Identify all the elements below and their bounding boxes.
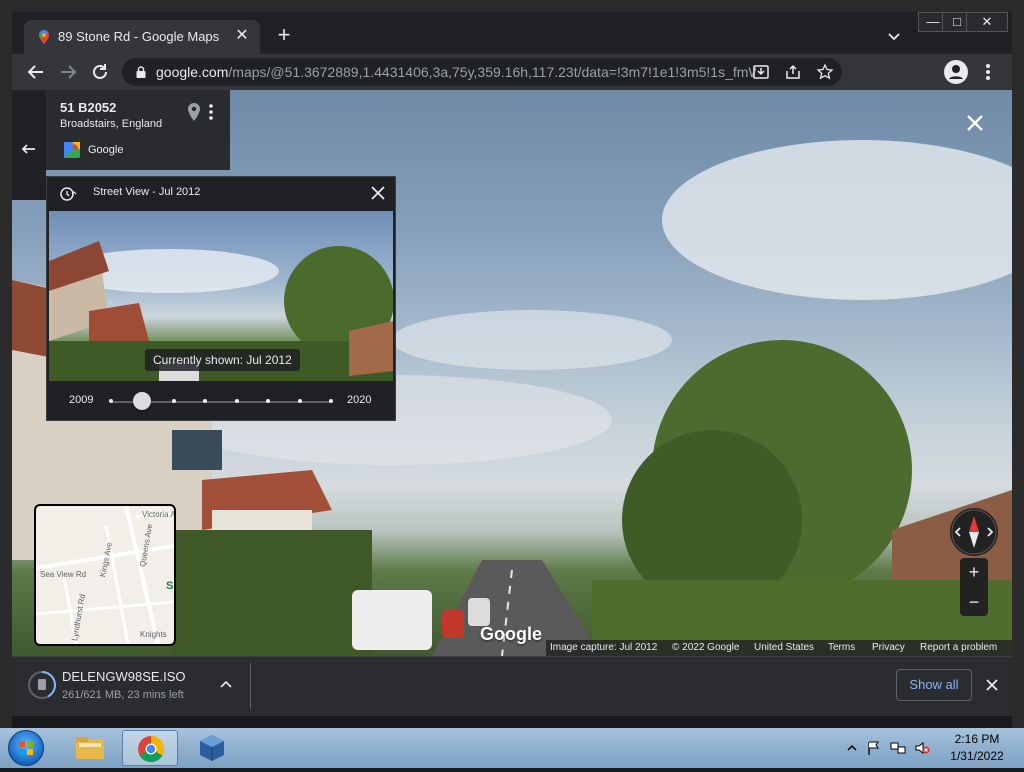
window-close-button[interactable]: ✕ <box>966 12 1008 32</box>
install-app-icon[interactable] <box>752 63 770 81</box>
reload-icon[interactable] <box>88 60 112 84</box>
url-host: google.com <box>156 64 229 80</box>
new-tab-button[interactable]: + <box>272 24 296 48</box>
url-text[interactable]: google.com/maps/@51.3672889,1.4431406,3a… <box>156 64 756 80</box>
tab-google-maps[interactable]: 89 Stone Rd - Google Maps ✕ <box>24 20 260 54</box>
place-address: 51 B2052 <box>60 100 117 115</box>
zoom-out-button[interactable]: − <box>960 588 988 616</box>
collapse-back-arrow-icon[interactable] <box>20 140 38 158</box>
profile-avatar-icon[interactable] <box>944 60 968 84</box>
compass-icon[interactable] <box>950 508 998 556</box>
minimap-label: Victoria Ave <box>142 510 176 519</box>
slider-stop[interactable] <box>234 399 239 403</box>
place-info-card: 51 B2052 Broadstairs, England Google <box>46 90 230 170</box>
close-time-machine-icon[interactable] <box>369 184 387 202</box>
minimap-accent-label: S <box>166 580 174 592</box>
close-shelf-icon[interactable] <box>984 677 1000 693</box>
chrome-menu-icon[interactable] <box>980 60 996 84</box>
time-machine-slider[interactable]: 2009 2020 <box>47 385 395 419</box>
zoom-in-button[interactable]: + <box>960 558 988 586</box>
lock-icon[interactable] <box>134 65 148 79</box>
report-problem-link[interactable]: Report a problem <box>920 642 997 653</box>
time-machine-header: Street View - Jul 2012 <box>47 177 395 211</box>
download-progress-ring <box>28 671 56 699</box>
time-machine-preview[interactable]: Currently shown: Jul 2012 <box>49 211 393 381</box>
more-options-icon[interactable] <box>206 102 216 122</box>
start-button[interactable] <box>8 730 44 766</box>
map-footer: Image capture: Jul 2012 © 2022 Google Un… <box>546 640 1012 656</box>
time-machine-panel: Street View - Jul 2012 Currently shown: … <box>46 176 396 421</box>
download-shelf: DELENGW98SE.ISO 261/621 MB, 23 mins left… <box>12 656 1012 716</box>
windows-logo-icon <box>19 741 33 755</box>
virtualbox-button[interactable] <box>184 730 240 766</box>
desktop-frame-right <box>1012 0 1024 728</box>
chrome-window: 89 Stone Rd - Google Maps ✕ + — □ ✕ goog… <box>12 12 1012 716</box>
shelf-divider <box>250 663 251 709</box>
folder-icon <box>76 737 104 759</box>
virtualbox-icon <box>200 735 224 761</box>
back-arrow-icon[interactable] <box>24 60 48 84</box>
download-status: 261/621 MB, 23 mins left <box>62 689 184 701</box>
download-filename[interactable]: DELENGW98SE.ISO <box>62 669 186 684</box>
copyright-text: © 2022 Google <box>672 642 740 653</box>
google-maps-pin-icon <box>39 30 49 44</box>
action-center-flag-icon[interactable] <box>866 740 882 756</box>
network-icon[interactable] <box>890 740 906 756</box>
place-locality: Broadstairs, England <box>60 118 163 130</box>
location-pin-icon[interactable] <box>186 102 202 122</box>
minimap-label: Knights <box>140 630 167 639</box>
clock-date[interactable]: 1/31/2022 <box>942 749 1012 763</box>
show-all-button[interactable]: Show all <box>896 669 972 701</box>
tab-strip: 89 Stone Rd - Google Maps ✕ + — □ ✕ <box>12 12 1012 54</box>
share-icon[interactable] <box>784 63 802 81</box>
slider-stop[interactable] <box>109 399 113 403</box>
minimap-label: Sea View Rd <box>40 570 87 579</box>
desktop-frame-top <box>0 0 1024 12</box>
side-panel-strip <box>12 90 46 200</box>
slider-stop[interactable] <box>329 399 333 403</box>
time-machine-label: Street View - Jul 2012 <box>93 186 201 198</box>
clock-time[interactable]: 2:16 PM <box>950 732 1004 746</box>
history-clock-icon[interactable] <box>59 186 77 202</box>
imagery-source-label: Google <box>88 144 124 156</box>
download-progress-icon[interactable] <box>28 671 56 699</box>
google-watermark: Google <box>480 624 542 644</box>
forward-arrow-icon[interactable] <box>56 60 80 84</box>
desktop-frame-left <box>0 0 12 728</box>
slider-end-year: 2020 <box>347 394 372 406</box>
chrome-taskbar-button[interactable] <box>122 730 178 766</box>
privacy-link[interactable]: Privacy <box>872 642 905 653</box>
zoom-controls: + − <box>960 558 988 616</box>
tab-search-chevron-icon[interactable] <box>886 28 902 44</box>
address-bar[interactable]: google.com/maps/@51.3672889,1.4431406,3a… <box>122 58 842 86</box>
slider-start-year: 2009 <box>69 394 94 406</box>
image-capture-date: Image capture: Jul 2012 <box>550 642 658 653</box>
slider-thumb[interactable] <box>133 392 152 410</box>
url-path: /maps/@51.3672889,1.4431406,3a,75y,359.1… <box>228 64 756 80</box>
terms-link[interactable]: Terms <box>828 642 855 653</box>
show-hidden-icons-icon[interactable] <box>844 740 860 756</box>
file-explorer-button[interactable] <box>62 730 118 766</box>
minimap[interactable]: Sea View Rd Kings Ave Queens Ave Lyndhur… <box>34 504 176 646</box>
browser-toolbar: google.com/maps/@51.3672889,1.4431406,3a… <box>12 54 1012 90</box>
slider-stop[interactable] <box>297 399 302 403</box>
close-street-view-icon[interactable] <box>964 112 986 134</box>
country-link[interactable]: United States <box>754 642 814 653</box>
windows-taskbar: 2:16 PM 1/31/2022 <box>0 728 1024 768</box>
street-view-canvas[interactable]: 51 B2052 Broadstairs, England Google Str… <box>12 90 1012 656</box>
chevron-up-icon[interactable] <box>218 677 234 693</box>
volume-muted-icon[interactable] <box>914 740 930 756</box>
tab-title: 89 Stone Rd - Google Maps <box>58 29 220 44</box>
slider-stop[interactable] <box>171 399 176 403</box>
currently-shown-chip: Currently shown: Jul 2012 <box>145 349 300 371</box>
chrome-icon <box>138 735 165 763</box>
bookmark-star-icon[interactable] <box>816 63 834 81</box>
tab-close-icon[interactable]: ✕ <box>232 26 252 46</box>
google-maps-logo-icon <box>64 142 80 158</box>
